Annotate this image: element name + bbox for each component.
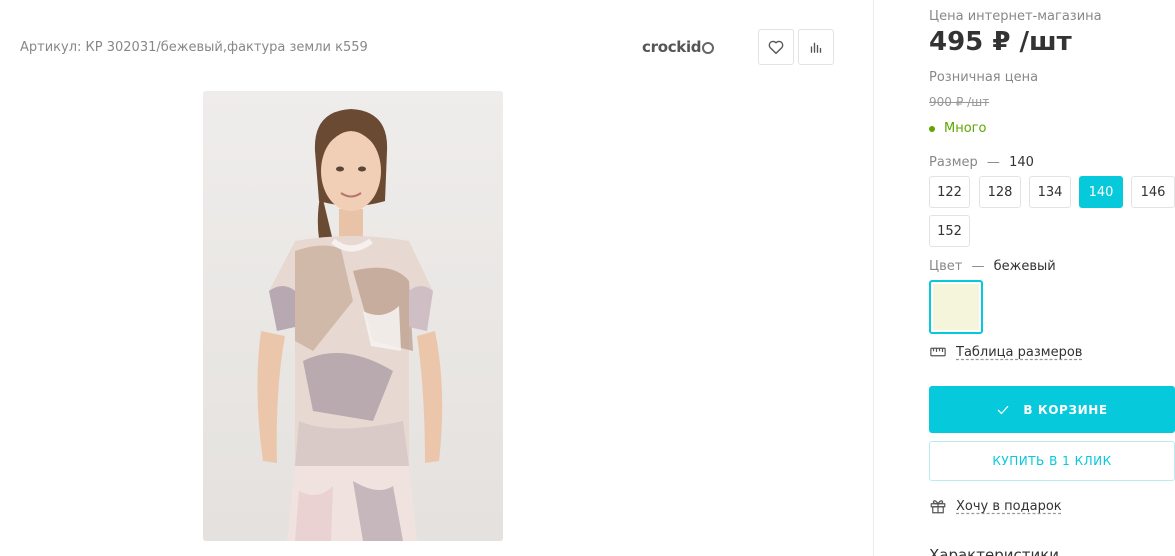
purchase-panel: Цена интернет-магазина 495 ₽ /шт Розничн… bbox=[929, 0, 1175, 556]
size-option-134[interactable]: 134 bbox=[1029, 176, 1071, 208]
favorite-button[interactable] bbox=[758, 29, 794, 65]
color-swatch-fill bbox=[933, 284, 979, 330]
retail-price-label: Розничная цена bbox=[929, 70, 1039, 85]
product-photo-illustration bbox=[203, 91, 503, 541]
size-option-146[interactable]: 146 bbox=[1131, 176, 1175, 208]
bar-chart-icon bbox=[810, 42, 822, 53]
heart-icon bbox=[768, 40, 784, 55]
old-price: 900 ₽ /шт bbox=[929, 95, 990, 109]
stock-dot-icon bbox=[929, 125, 935, 132]
size-table-link[interactable]: Таблица размеров bbox=[929, 343, 1082, 361]
selected-size: 140 bbox=[1009, 155, 1034, 170]
size-option-152[interactable]: 152 bbox=[929, 215, 970, 247]
price: 495 ₽ /шт bbox=[929, 27, 1072, 57]
color-swatch-beige[interactable] bbox=[929, 280, 983, 334]
color-label: Цвет — бежевый bbox=[929, 259, 1056, 274]
brand-logo: crockid bbox=[642, 38, 715, 56]
stock-status: Много bbox=[929, 121, 986, 136]
size-option-140[interactable]: 140 bbox=[1079, 176, 1123, 208]
ruler-icon bbox=[930, 347, 946, 357]
brand-mark-icon bbox=[702, 42, 715, 54]
size-option-128[interactable]: 128 bbox=[979, 176, 1021, 208]
compare-button[interactable] bbox=[798, 29, 834, 65]
gift-link[interactable]: Хочу в подарок bbox=[929, 497, 1062, 515]
in-cart-button[interactable]: В КОРЗИНЕ bbox=[929, 386, 1175, 433]
buy-one-click-button[interactable]: КУПИТЬ В 1 КЛИК bbox=[929, 441, 1175, 481]
product-gallery-area: Артикул: КР 302031/бежевый,фактура земли… bbox=[0, 0, 873, 556]
size-label: Размер — 140 bbox=[929, 155, 1034, 170]
gift-icon bbox=[930, 500, 946, 514]
check-icon bbox=[998, 405, 1009, 414]
column-divider bbox=[873, 0, 874, 556]
product-photo[interactable] bbox=[203, 91, 503, 541]
characteristics-heading[interactable]: Характеристики bbox=[929, 546, 1059, 556]
selected-color: бежевый bbox=[993, 259, 1056, 274]
online-price-label: Цена интернет-магазина bbox=[929, 9, 1102, 24]
article-number: Артикул: КР 302031/бежевый,фактура земли… bbox=[20, 40, 368, 55]
size-option-122[interactable]: 122 bbox=[929, 176, 970, 208]
